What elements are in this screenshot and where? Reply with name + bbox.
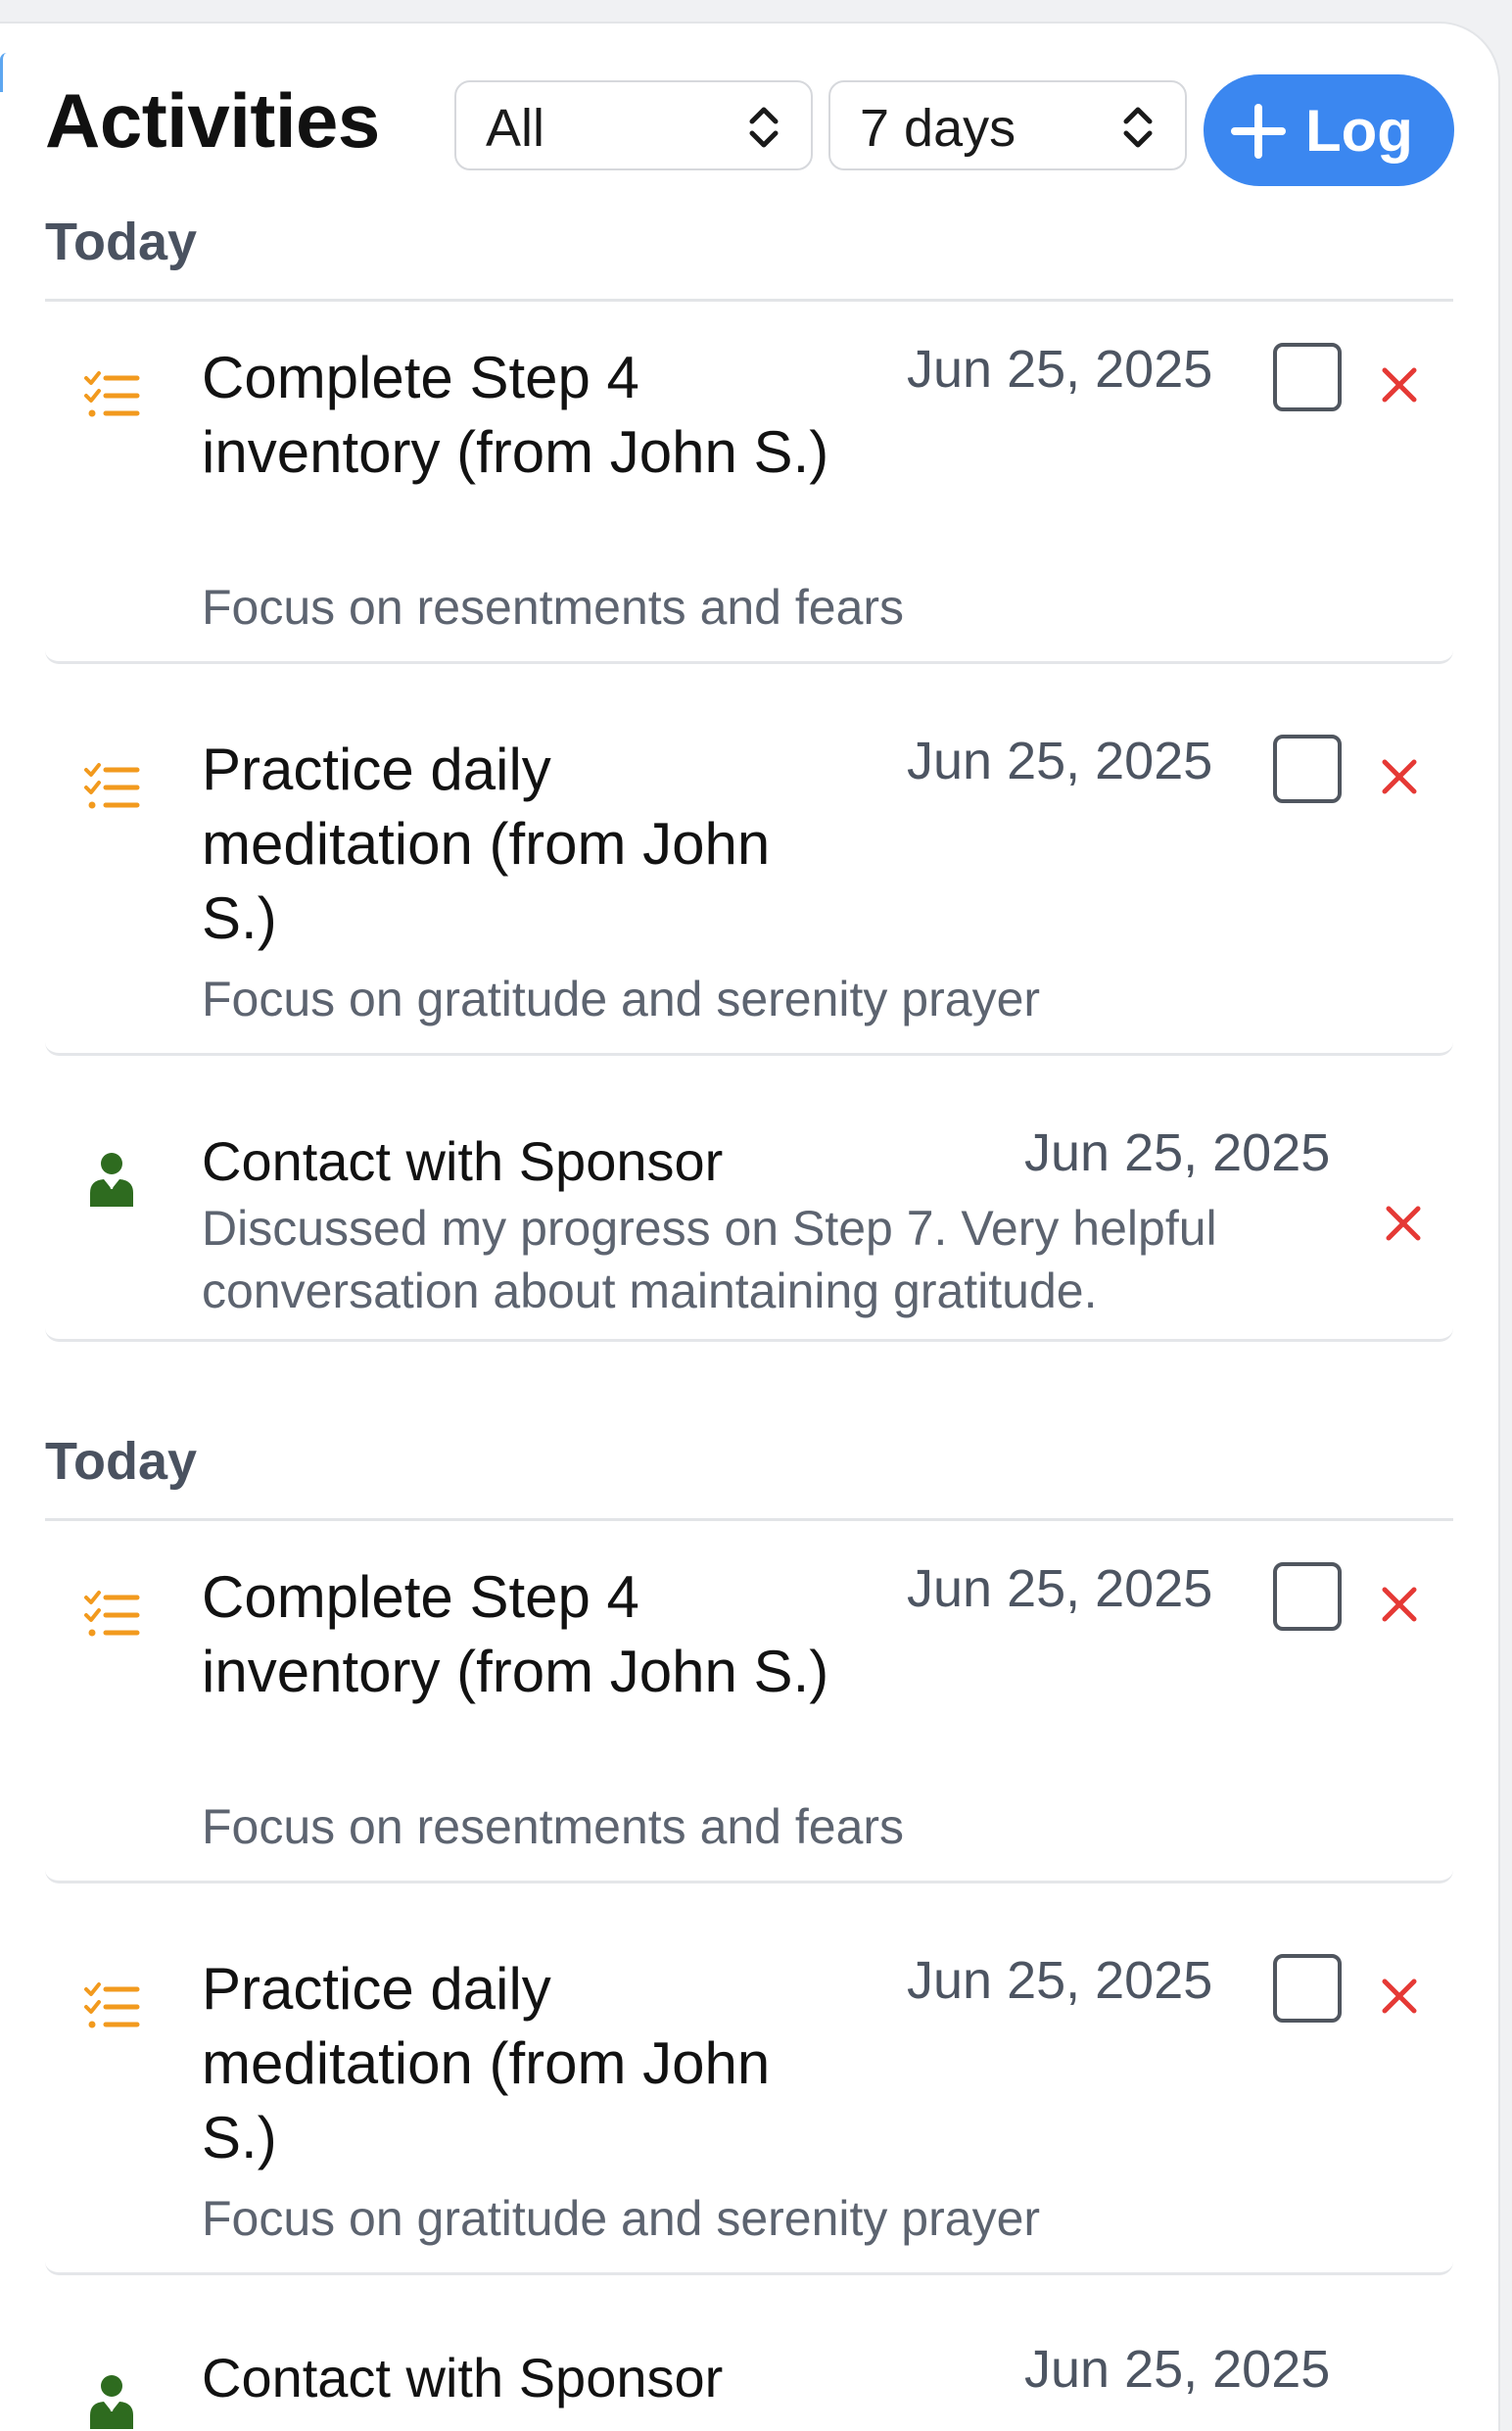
sponsor-person-icon <box>90 2375 133 2429</box>
complete-checkbox[interactable] <box>1273 735 1342 803</box>
section-header: Today <box>45 213 198 271</box>
date-range-select[interactable]: 7 days <box>828 80 1187 170</box>
activity-title: Complete Step 4 inventory (from John S.) <box>202 1564 829 1704</box>
activity-date: Jun 25, 2025 <box>907 732 1213 790</box>
delete-x-icon[interactable] <box>1379 756 1420 797</box>
activity-card[interactable]: Complete Step 4 inventory (from John S.)… <box>45 313 1453 664</box>
checklist-icon <box>84 1982 140 2028</box>
activity-date: Jun 25, 2025 <box>907 340 1213 399</box>
updown-chevron-icon <box>1123 107 1153 148</box>
delete-x-icon[interactable] <box>1379 1584 1420 1625</box>
section-divider <box>45 299 1453 302</box>
checklist-icon <box>84 1591 140 1637</box>
checklist-icon <box>84 763 140 809</box>
activity-type-value: All <box>486 99 545 158</box>
updown-chevron-icon <box>749 107 779 148</box>
activity-card[interactable]: Practice daily meditation (from John S.)… <box>45 1925 1453 2275</box>
activity-date: Jun 25, 2025 <box>907 1951 1213 2010</box>
checklist-icon <box>84 371 140 417</box>
delete-x-icon[interactable] <box>1379 1976 1420 2017</box>
activity-card[interactable]: Contact with Sponsor Jun 25, 2025 <box>45 2313 1453 2431</box>
panel-accent-edge <box>0 53 7 92</box>
activity-description: Focus on gratitude and serenity prayer <box>202 972 1041 1026</box>
activities-header: Activities All 7 days Log <box>45 74 1455 186</box>
activity-title: Complete Step 4 inventory (from John S.) <box>202 345 829 485</box>
activity-title: Contact with Sponsor <box>202 2347 724 2408</box>
activity-title: Practice daily meditation (from John S.) <box>202 737 771 951</box>
complete-checkbox[interactable] <box>1273 1562 1342 1631</box>
activity-type-select[interactable]: All <box>454 80 813 170</box>
sponsor-person-icon <box>90 1153 133 1207</box>
activity-date: Jun 25, 2025 <box>907 1559 1213 1618</box>
delete-x-icon[interactable] <box>1383 1203 1424 1244</box>
page-title: Activities <box>45 77 380 164</box>
activity-card[interactable]: Practice daily meditation (from John S.)… <box>45 705 1453 1056</box>
activity-description: Focus on resentments and fears <box>202 1799 905 1854</box>
activity-description: Focus on resentments and fears <box>202 580 905 635</box>
activity-card[interactable]: Contact with Sponsor Jun 25, 2025 Discus… <box>45 1097 1453 1342</box>
activity-card[interactable]: Complete Step 4 inventory (from John S.)… <box>45 1533 1453 1883</box>
section-divider <box>45 1518 1453 1521</box>
plus-icon <box>1231 104 1286 159</box>
date-range-value: 7 days <box>860 99 1016 158</box>
log-activity-button[interactable]: Log <box>1204 74 1454 186</box>
complete-checkbox[interactable] <box>1273 1954 1342 2023</box>
activity-date: Jun 25, 2025 <box>1024 1123 1331 1182</box>
section-header: Today <box>45 1432 198 1491</box>
complete-checkbox[interactable] <box>1273 343 1342 411</box>
activity-title: Practice daily meditation (from John S.) <box>202 1956 771 2170</box>
log-button-label: Log <box>1305 98 1413 164</box>
activity-description: Focus on gratitude and serenity prayer <box>202 2191 1041 2246</box>
delete-x-icon[interactable] <box>1379 364 1420 405</box>
activity-title: Contact with Sponsor <box>202 1130 724 1192</box>
activity-date: Jun 25, 2025 <box>1024 2340 1331 2399</box>
activity-description: Discussed my progress on Step 7. Very he… <box>202 1201 1217 1318</box>
